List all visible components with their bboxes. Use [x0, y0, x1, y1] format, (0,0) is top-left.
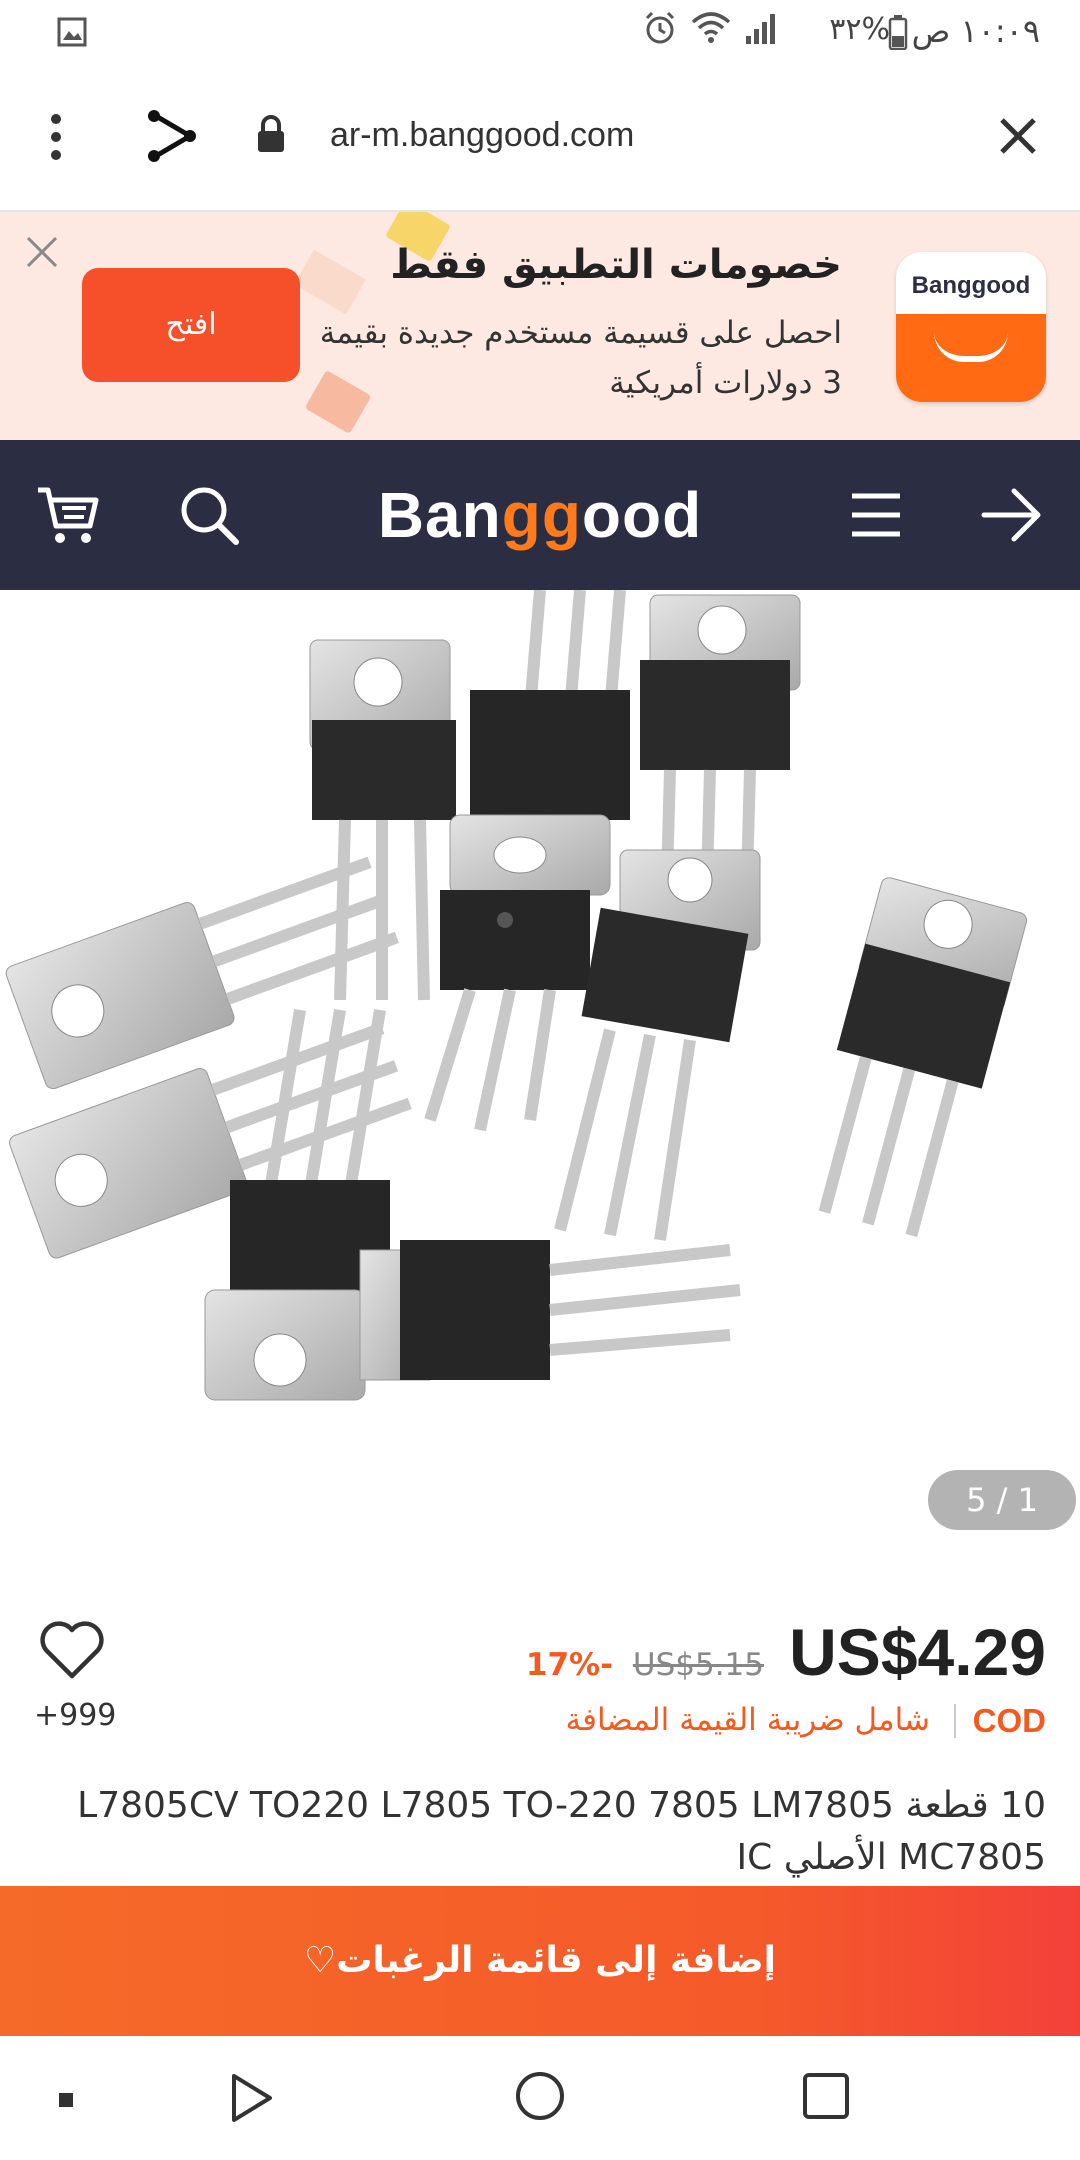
close-banner-icon[interactable]: [22, 232, 62, 272]
site-header: Banggood: [0, 440, 1080, 590]
url-field[interactable]: ar-m.banggood.com: [330, 116, 634, 155]
vat-label: شامل ضريبة القيمة المضافة: [565, 1702, 930, 1738]
signal-icon: [746, 14, 775, 44]
image-counter-badge: 5 / 1: [928, 1470, 1076, 1530]
logo-part: gg: [501, 479, 582, 551]
arrow-right-icon[interactable]: [980, 486, 1044, 548]
clock: ١٠:٠٩ ص: [911, 12, 1040, 50]
wifi-icon: [691, 12, 731, 43]
current-price: US$4.29: [789, 1615, 1046, 1689]
menu-icon[interactable]: [850, 492, 902, 542]
status-bar: ٣٢% ١٠:٠٩ ص: [0, 0, 1080, 64]
small-square-icon[interactable]: [58, 2092, 74, 2112]
cod-label: COD: [972, 1702, 1046, 1739]
app-icon-word: Banggood: [911, 272, 1031, 299]
add-to-wishlist-button[interactable]: إضافة إلى قائمة الرغبات♡: [0, 1886, 1080, 2036]
banggood-logo[interactable]: Banggood: [0, 478, 1080, 552]
home-icon[interactable]: [514, 2070, 566, 2126]
open-app-button[interactable]: افتح: [82, 268, 300, 382]
close-tab-icon[interactable]: [998, 116, 1038, 160]
overflow-menu-icon[interactable]: [44, 112, 68, 166]
app-promo-banner: افتح خصومات التطبيق فقط احصل على قسيمة م…: [0, 212, 1080, 440]
divider: [954, 1704, 956, 1738]
decoration: [294, 249, 366, 315]
share-icon[interactable]: [144, 108, 200, 168]
banner-title: خصومات التطبيق فقط: [390, 242, 842, 288]
product-image[interactable]: [0, 589, 1080, 1540]
lock-icon: [256, 114, 286, 158]
add-to-wishlist-label: إضافة إلى قائمة الرغبات♡: [303, 1940, 776, 1981]
browser-toolbar: ar-m.banggood.com: [0, 64, 1080, 212]
system-nav-bar: [0, 2036, 1080, 2160]
banggood-app-icon[interactable]: Banggood: [896, 252, 1046, 402]
discount-badge: 17%-: [525, 1647, 613, 1683]
status-icons: [634, 10, 780, 50]
logo-part: ood: [581, 479, 703, 551]
wishlist-heart-icon[interactable]: [38, 1620, 106, 1680]
battery-percent: ٣٢%: [829, 12, 890, 47]
image-notification-icon: [56, 16, 88, 52]
alarm-icon: [645, 11, 674, 44]
logo-part: Ban: [377, 479, 502, 551]
product-title: 10 قطعة L7805CV TO220 L7805 TO-220 7805 …: [77, 1785, 1046, 1878]
recents-icon[interactable]: [802, 2072, 850, 2124]
play-icon[interactable]: [228, 2072, 276, 2128]
wishlist-count: +999: [34, 1698, 117, 1733]
banner-text: احصل على قسيمة مستخدم جديدة بقيمة 3 دولا…: [319, 315, 842, 401]
original-price: US$5.15: [632, 1647, 764, 1683]
battery-icon: [888, 14, 908, 54]
